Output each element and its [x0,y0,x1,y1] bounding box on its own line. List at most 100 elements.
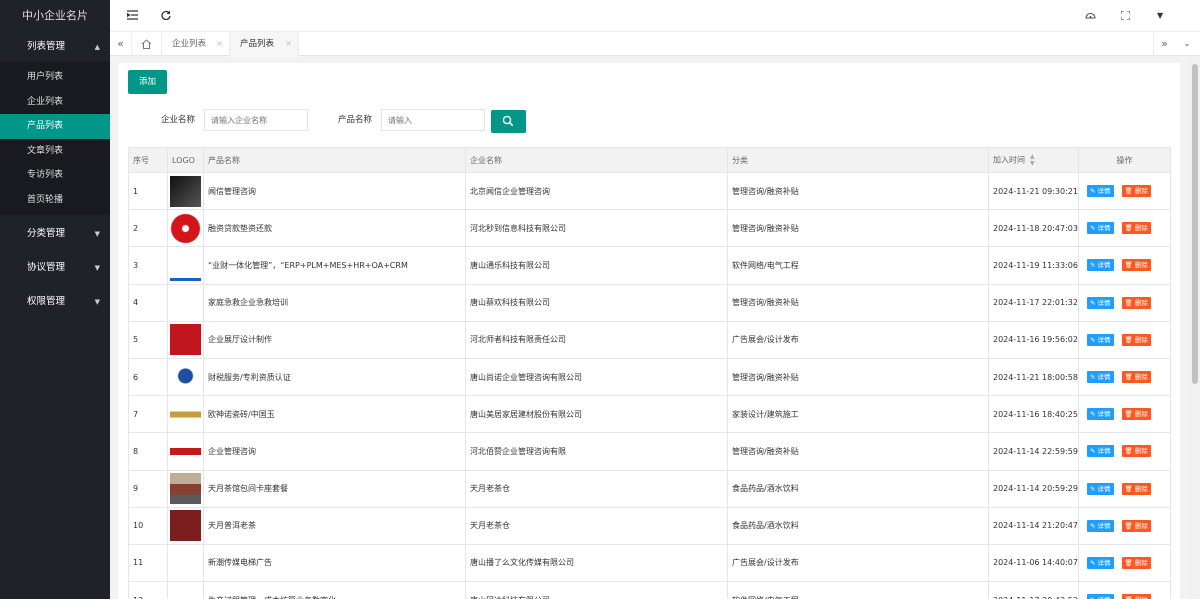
detail-button[interactable]: ✎ 详情 [1087,445,1114,458]
sidebar-item-companies[interactable]: 企业列表 [0,90,110,115]
trash-icon: 🗑 [1124,410,1135,419]
delete-label: 删除 [1134,187,1148,196]
refresh-icon[interactable] [161,0,171,32]
col-header-index: 序号 [128,147,168,173]
cell-product: 天月茶馆包间卡座套餐 [203,470,466,508]
cell-index: 2 [128,209,168,248]
delete-button[interactable]: 🗑 删除 [1121,594,1151,599]
tabs-scroll-right-icon[interactable]: » [1153,32,1175,56]
detail-button[interactable]: ✎ 详情 [1087,594,1114,599]
caret-down-icon: ▼ [94,230,100,238]
company-name-input[interactable] [204,109,308,131]
tab-product-list[interactable]: 产品列表 × [230,32,299,57]
delete-button[interactable]: 🗑 删除 [1121,259,1151,272]
close-icon[interactable]: × [216,32,223,56]
delete-label: 删除 [1134,447,1148,456]
cell-category: 家装设计/建筑施工 [727,395,989,434]
fullscreen-icon[interactable] [1120,0,1131,32]
delete-button[interactable]: 🗑 删除 [1121,445,1151,458]
detail-label: 详情 [1097,298,1111,307]
scrollbar-thumb[interactable] [1192,64,1198,384]
cell-category: 管理咨询/融资补贴 [727,432,989,471]
cell-logo [167,321,204,359]
cell-time: 2024-11-18 20:47:03 [988,209,1079,248]
delete-button[interactable]: 🗑 删除 [1121,408,1151,421]
edit-icon: ✎ [1090,261,1098,270]
edit-icon: ✎ [1090,224,1098,233]
sort-icon[interactable]: ▲ ▼ [1030,153,1035,167]
delete-label: 删除 [1134,335,1148,344]
cell-product: “业财一体化管理”，“ERP+PLM+MES+HR+OA+CRM [203,246,466,285]
cell-company: 天月老茶仓 [465,507,728,545]
detail-button[interactable]: ✎ 详情 [1087,296,1114,309]
company-name-label: 企业名称 [161,115,196,125]
detail-button[interactable]: ✎ 详情 [1087,519,1114,532]
cell-category: 管理咨询/融资补贴 [727,284,989,322]
delete-button[interactable]: 🗑 删除 [1121,371,1151,384]
sidebar-group-list-management[interactable]: 列表管理 ▲ [0,32,110,62]
company-logo [170,473,201,505]
detail-label: 详情 [1097,187,1111,196]
sidebar-item-users[interactable]: 用户列表 [0,65,110,90]
cell-actions: ✎ 详情 🗑 删除 [1078,246,1171,285]
delete-button[interactable]: 🗑 删除 [1121,482,1151,495]
cell-index: 12 [128,581,168,599]
tab-company-list[interactable]: 企业列表 × [162,32,230,56]
detail-button[interactable]: ✎ 详情 [1087,556,1114,569]
tabs-menu-icon[interactable]: ⌄ [1176,32,1198,56]
page-scrollbar[interactable] [1190,56,1200,599]
detail-button[interactable]: ✎ 详情 [1087,259,1114,272]
table-row: 7 欧神诺瓷砖/中国玉 唐山美居家居建材股份有限公司 家装设计/建筑施工 2024-11… [128,395,1171,434]
cell-actions: ✎ 详情 🗑 删除 [1078,544,1171,583]
trash-icon: 🗑 [1124,298,1135,307]
trash-icon: 🗑 [1124,484,1135,493]
theme-icon[interactable] [1085,0,1096,32]
sidebar-item-articles[interactable]: 文章列表 [0,139,110,164]
sidebar-group-category-management[interactable]: 分类管理 ▼ [0,219,110,249]
delete-button[interactable]: 🗑 删除 [1121,556,1151,569]
delete-button[interactable]: 🗑 删除 [1121,333,1151,346]
sidebar-submenu: 用户列表 企业列表 产品列表 文章列表 专访列表 首页轮播 [0,62,110,215]
home-icon[interactable] [132,32,162,56]
cell-time: 2024-11-16 19:56:02 [988,321,1079,359]
sidebar-item-interviews[interactable]: 专访列表 [0,163,110,188]
col-header-time-label: 加入时间 [993,155,1025,165]
add-button[interactable]: 添加 [128,70,167,94]
detail-button[interactable]: ✎ 详情 [1087,333,1114,346]
table-row: 6 财税服务/专利资质认证 唐山尚诺企业管理咨询有限公司 管理咨询/融资补贴 2024-… [128,358,1171,397]
cell-category: 管理咨询/融资补贴 [727,172,989,211]
company-logo [170,361,201,393]
delete-button[interactable]: 🗑 删除 [1121,222,1151,235]
delete-button[interactable]: 🗑 删除 [1121,296,1151,309]
product-name-input[interactable] [381,109,485,131]
detail-button[interactable]: ✎ 详情 [1087,222,1114,235]
detail-button[interactable]: ✎ 详情 [1087,371,1114,384]
detail-button[interactable]: ✎ 详情 [1087,185,1114,198]
close-icon[interactable]: × [285,32,292,56]
cell-actions: ✎ 详情 🗑 删除 [1078,209,1171,248]
col-header-time[interactable]: 加入时间 ▲ ▼ [988,147,1079,173]
detail-button[interactable]: ✎ 详情 [1087,408,1114,421]
delete-label: 删除 [1134,484,1148,493]
edit-icon: ✎ [1090,335,1098,344]
sidebar-group-agreement-management[interactable]: 协议管理 ▼ [0,253,110,283]
sidebar-item-carousel[interactable]: 首页轮播 [0,188,110,213]
sidebar-group-permission-management[interactable]: 权限管理 ▼ [0,287,110,317]
cell-product: 财税服务/专利资质认证 [203,358,466,397]
search-icon [502,115,514,127]
menu-fold-icon[interactable] [126,0,138,32]
user-menu-caret-icon[interactable]: ▼ [1157,0,1163,32]
cell-time: 2024-11-14 22:59:59 [988,432,1079,471]
detail-button[interactable]: ✎ 详情 [1087,482,1114,495]
search-button[interactable] [491,110,526,133]
cell-company: 河北秒到信息科技有限公司 [465,209,728,248]
sidebar-item-products[interactable]: 产品列表 [0,114,110,139]
detail-label: 详情 [1097,558,1111,567]
delete-button[interactable]: 🗑 删除 [1121,519,1151,532]
col-header-actions: 操作 [1078,147,1171,173]
delete-button[interactable]: 🗑 删除 [1121,185,1151,198]
tabs-scroll-left-icon[interactable]: « [110,32,132,56]
cell-logo [167,209,204,248]
cell-time: 2024-11-16 18:40:25 [988,395,1079,434]
cell-actions: ✎ 详情 🗑 删除 [1078,321,1171,359]
